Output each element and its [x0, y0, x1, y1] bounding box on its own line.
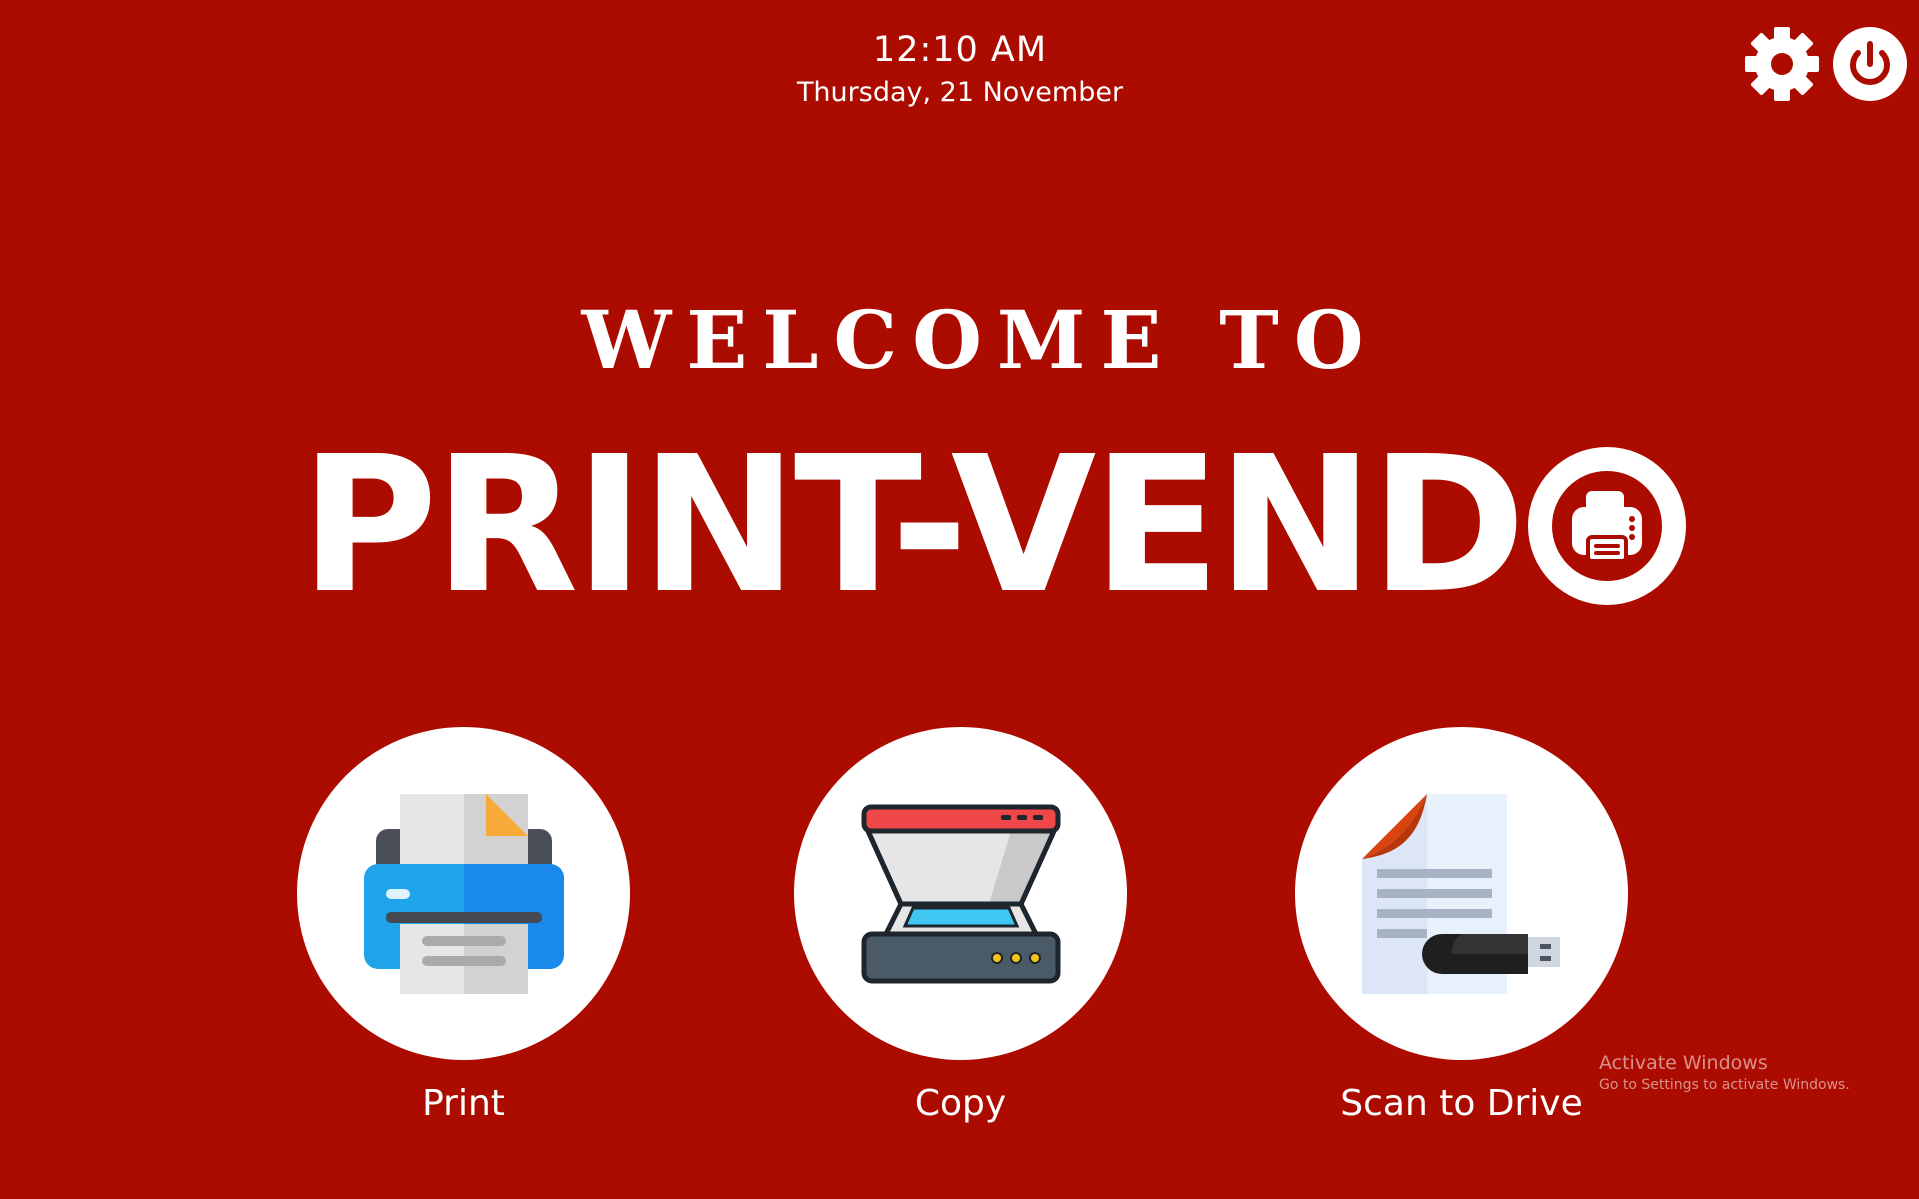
copy-option-circle[interactable] [794, 727, 1127, 1060]
scan-to-drive-option[interactable]: Scan to Drive [1295, 727, 1628, 1126]
power-icon [1833, 27, 1907, 101]
scan-to-drive-option-circle[interactable] [1295, 727, 1628, 1060]
document-usb-icon [1361, 793, 1560, 994]
print-label: Print [422, 1083, 505, 1124]
power-button[interactable] [1833, 27, 1907, 101]
activate-windows-watermark: Activate Windows Go to Settings to activ… [1599, 1051, 1850, 1095]
brand-name: PRINT-VEND [300, 416, 1526, 635]
copy-option[interactable]: Copy [794, 727, 1127, 1126]
watermark-title: Activate Windows [1599, 1052, 1768, 1074]
clock-time: 12:10 AM [872, 30, 1048, 70]
printer-circle-logo [1528, 447, 1687, 605]
brand-title: PRINT-VEND [300, 416, 1687, 635]
welcome-heading: WELCOME TO [581, 293, 1379, 387]
watermark-subtitle: Go to Settings to activate Windows. [1599, 1077, 1850, 1093]
printer-icon [363, 793, 564, 994]
gear-icon [1745, 27, 1819, 101]
scanner-icon [861, 804, 1060, 983]
copy-label: Copy [914, 1083, 1007, 1124]
scan-to-drive-label: Scan to Drive [1340, 1083, 1583, 1124]
print-option-circle[interactable] [297, 727, 630, 1060]
print-option[interactable]: Print [297, 727, 630, 1126]
clock-date: Thursday, 21 November [796, 77, 1124, 108]
settings-button[interactable] [1744, 26, 1820, 102]
clock: 12:10 AM Thursday, 21 November [760, 28, 1160, 110]
